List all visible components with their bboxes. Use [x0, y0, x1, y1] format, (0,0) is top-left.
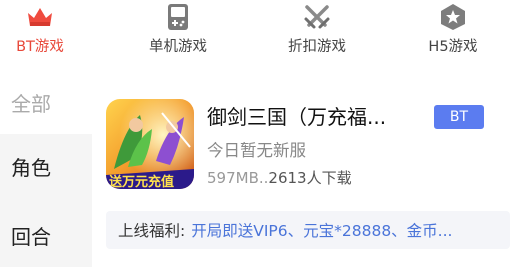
tab-label: BT游戏 [16, 39, 64, 55]
gamepad-icon [164, 3, 192, 31]
top-tab-bar: BT游戏 单机游戏 折扣游戏 H5游戏 [0, 0, 511, 62]
welfare-label: 上线福利: [118, 222, 186, 240]
welfare-text: 开局即送VIP6、元宝*28888、金币... [191, 222, 453, 240]
sidebar-item-role[interactable]: 角色 [0, 134, 92, 198]
meta-separator: .. [258, 169, 269, 187]
server-status: 今日暂无新服 [207, 141, 306, 160]
sidebar-item-all[interactable]: 全部 [0, 70, 92, 134]
tab-label: H5游戏 [428, 39, 478, 55]
tab-label: 折扣游戏 [288, 39, 346, 55]
crossed-swords-icon [303, 3, 331, 31]
tab-single-player-games[interactable]: 单机游戏 [140, 0, 216, 62]
bt-badge: BT [434, 105, 484, 129]
thumbnail-caption: 送万元充值 [109, 175, 175, 189]
category-sidebar: 全部 角色 回合 [0, 70, 92, 267]
crown-icon [26, 3, 54, 31]
game-card[interactable]: 送万元充值 御剑三国（万充福... BT 今日暂无新服 597MB..2613人… [104, 97, 510, 267]
game-title[interactable]: 御剑三国（万充福... [207, 101, 386, 130]
game-meta: 597MB..2613人下载 [207, 167, 352, 188]
tab-discount-games[interactable]: 折扣游戏 [279, 0, 355, 62]
sidebar-item-turn-based[interactable]: 回合 [0, 203, 92, 267]
file-size: 597MB [207, 169, 259, 187]
launch-welfare-banner[interactable]: 上线福利: 开局即送VIP6、元宝*28888、金币... [106, 211, 510, 249]
tab-label: 单机游戏 [149, 39, 207, 55]
download-count: 2613人下载 [268, 169, 352, 187]
tab-h5-games[interactable]: H5游戏 [417, 0, 489, 62]
game-thumbnail[interactable]: 送万元充值 [106, 99, 194, 189]
hexagon-star-icon [439, 3, 467, 31]
tab-bt-games[interactable]: BT游戏 [8, 0, 72, 62]
